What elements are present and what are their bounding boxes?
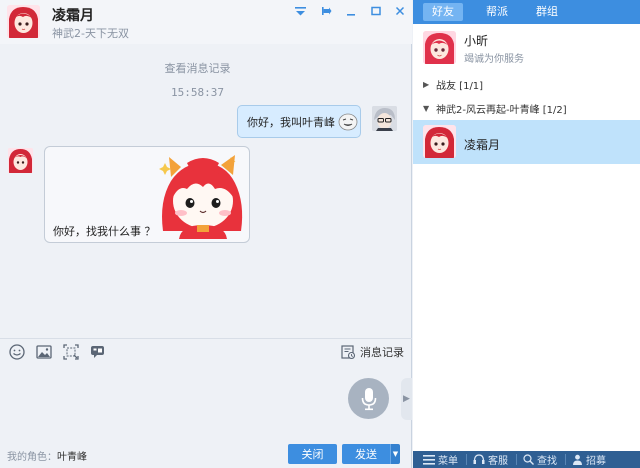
sticker-girl-image bbox=[157, 151, 249, 239]
menu-button[interactable]: 菜单 bbox=[423, 452, 458, 467]
menu-icon bbox=[423, 454, 435, 465]
contact-server: 神武2-天下无双 bbox=[52, 27, 129, 40]
support-label: 客服 bbox=[488, 456, 508, 467]
role-label-text: 我的角色： bbox=[7, 452, 57, 463]
maximize-icon[interactable] bbox=[367, 3, 385, 19]
footer-separator bbox=[565, 454, 566, 465]
friend-avatar[interactable] bbox=[8, 148, 33, 173]
grin-emoji-icon bbox=[338, 113, 358, 131]
headset-icon bbox=[473, 454, 485, 464]
my-role-label: 我的角色：叶青峰 bbox=[7, 448, 87, 463]
microphone-icon bbox=[361, 387, 376, 410]
tab-friends[interactable]: 好友 bbox=[423, 3, 463, 21]
contact-name: 凌霜月 bbox=[52, 8, 94, 24]
pin-icon[interactable] bbox=[317, 3, 335, 19]
message-timestamp: 15:58:37 bbox=[171, 86, 224, 99]
my-avatar[interactable] bbox=[372, 106, 397, 131]
contact-avatar[interactable] bbox=[7, 5, 40, 38]
friend-panel: 好友 帮派 群组 小昕 竭诚为你服务 ▶ 战友 [1/1] ▼ 神武2-风云再起… bbox=[413, 0, 640, 468]
incoming-message-bubble: 你好，找我什么事 ？ bbox=[44, 146, 250, 243]
chevron-right-icon[interactable]: ▶ bbox=[401, 378, 412, 420]
message-history-button[interactable]: 消息记录 bbox=[341, 343, 404, 361]
recruit-label: 招募 bbox=[586, 456, 606, 467]
panel-footer: 菜单 客服 查找 招募 bbox=[413, 451, 640, 468]
image-icon[interactable] bbox=[35, 343, 53, 361]
footer-separator bbox=[516, 454, 517, 465]
minimize-icon[interactable] bbox=[342, 3, 360, 19]
close-icon[interactable] bbox=[391, 3, 409, 19]
panel-tabs: 好友 帮派 群组 bbox=[413, 0, 640, 24]
message-text: 你好，找我什么事 ？ bbox=[53, 225, 156, 238]
chat-bubble-icon[interactable] bbox=[89, 343, 107, 361]
group-server[interactable]: ▼ 神武2-风云再起-叶青峰 [1/2] bbox=[413, 98, 640, 118]
message-history-label: 消息记录 bbox=[360, 346, 404, 359]
screenshot-icon[interactable] bbox=[62, 343, 80, 361]
search-button[interactable]: 查找 bbox=[523, 452, 557, 467]
dropdown-icon[interactable] bbox=[291, 3, 309, 19]
search-icon bbox=[523, 454, 534, 465]
input-divider bbox=[0, 338, 412, 339]
group-label: 神武2-风云再起-叶青峰 [1/2] bbox=[436, 104, 567, 116]
message-text: 你好，我叫叶青峰 bbox=[247, 115, 335, 129]
friend-name: 凌霜月 bbox=[464, 138, 501, 152]
footer-separator bbox=[466, 454, 467, 465]
chat-window: 凌霜月 神武2-天下无双 查看消息记录 15:58:37 你好，我叫叶青峰 你好… bbox=[0, 0, 412, 468]
send-button[interactable]: 发送 bbox=[342, 444, 390, 464]
emoji-icon[interactable] bbox=[8, 343, 26, 361]
tab-guild[interactable]: 帮派 bbox=[477, 3, 517, 21]
recruit-button[interactable]: 招募 bbox=[572, 452, 606, 467]
user-add-icon bbox=[573, 454, 582, 465]
assistant-contact[interactable]: 小昕 竭诚为你服务 bbox=[413, 26, 640, 68]
assistant-name: 小昕 bbox=[464, 34, 489, 48]
caret-down-icon: ▼ bbox=[423, 103, 430, 113]
assistant-avatar bbox=[423, 31, 456, 64]
friend-item-selected[interactable]: 凌霜月 bbox=[413, 120, 640, 164]
group-zhanyou[interactable]: ▶ 战友 [1/1] bbox=[413, 74, 640, 94]
tab-groups[interactable]: 群组 bbox=[527, 3, 567, 21]
history-icon bbox=[341, 344, 356, 359]
caret-right-icon: ▶ bbox=[423, 79, 430, 89]
view-history-link[interactable]: 查看消息记录 bbox=[0, 60, 395, 76]
send-options-icon[interactable]: ▼ bbox=[390, 444, 400, 464]
menu-label: 菜单 bbox=[438, 456, 458, 467]
voice-button[interactable] bbox=[348, 378, 389, 419]
assistant-desc: 竭诚为你服务 bbox=[464, 54, 524, 65]
search-label: 查找 bbox=[537, 456, 557, 467]
close-button[interactable]: 关闭 bbox=[288, 444, 337, 464]
role-value: 叶青峰 bbox=[57, 452, 87, 463]
chat-header: 凌霜月 神武2-天下无双 bbox=[0, 0, 412, 44]
outgoing-message-bubble: 你好，我叫叶青峰 bbox=[237, 105, 361, 138]
support-button[interactable]: 客服 bbox=[473, 452, 508, 467]
friend-avatar bbox=[423, 125, 456, 158]
group-label: 战友 [1/1] bbox=[436, 80, 484, 92]
